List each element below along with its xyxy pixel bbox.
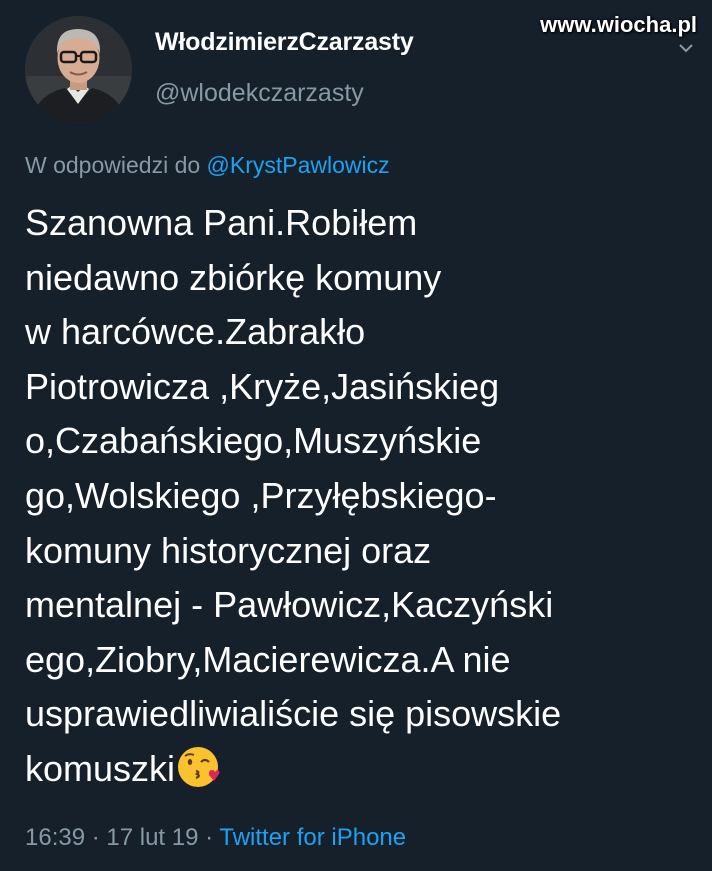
reply-prefix: W odpowiedzi do: [25, 152, 207, 178]
reply-context: W odpowiedzi do @KrystPawlowicz: [25, 152, 390, 179]
tweet-time[interactable]: 16:39: [25, 824, 85, 851]
tweet-text-line: niedawno zbiórkę komuny: [25, 256, 442, 298]
tweet-text-line: w harcówce.Zabrakło: [25, 311, 366, 353]
meta-separator: ·: [85, 824, 107, 851]
tweet-text-line: komuny historycznej oraz: [25, 529, 432, 571]
avatar[interactable]: [25, 16, 132, 123]
avatar-photo: [25, 16, 132, 123]
tweet-text-line: mentalnej - Pawłowicz,Kaczyński: [25, 584, 554, 626]
meta-separator: ·: [198, 824, 220, 851]
tweet-text: Szanowna Pani.Robiłem niedawno zbiórkę k…: [25, 196, 705, 797]
tweet-text-line: Szanowna Pani.Robiłem: [25, 202, 418, 243]
tweet-text-line: komuszki: [25, 747, 176, 789]
tweet-text-last-line: komuszki: [25, 742, 705, 797]
tweet-date[interactable]: 17 lut 19: [106, 824, 198, 851]
user-handle[interactable]: @wlodekczarzasty: [155, 79, 364, 108]
tweet-text-line: o,Czabańskiego,Muszyńskie: [25, 420, 482, 462]
tweet-text-line: go,Wolskiego ,Przyłębskiego-: [25, 474, 497, 516]
tweet-meta: 16:39 · 17 lut 19 · Twitter for iPhone: [25, 824, 406, 852]
tweet-text-line: usprawiedliwialiście się pisowskie: [25, 693, 562, 735]
chevron-down-icon[interactable]: [678, 40, 694, 56]
reply-mention-link[interactable]: @KrystPawlowicz: [207, 152, 390, 178]
tweet-text-line: Piotrowicza ,Kryże,Jasińskieg: [25, 365, 500, 407]
display-name[interactable]: WłodzimierzCzarzasty: [155, 28, 414, 57]
watermark: www.wiocha.pl: [540, 12, 697, 37]
tweet: WłodzimierzCzarzasty @wlodekczarzasty ww…: [0, 0, 712, 871]
tweet-text-line: ego,Ziobry,Macierewicza.A nie: [25, 638, 511, 680]
tweet-source-link[interactable]: Twitter for iPhone: [219, 824, 406, 851]
kiss-face-emoji-icon: [178, 746, 220, 787]
